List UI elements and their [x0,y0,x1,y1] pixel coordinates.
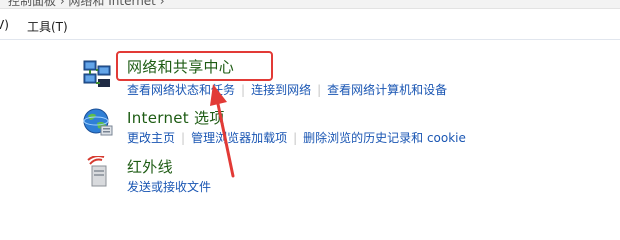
annotation-arrow [210,84,235,178]
